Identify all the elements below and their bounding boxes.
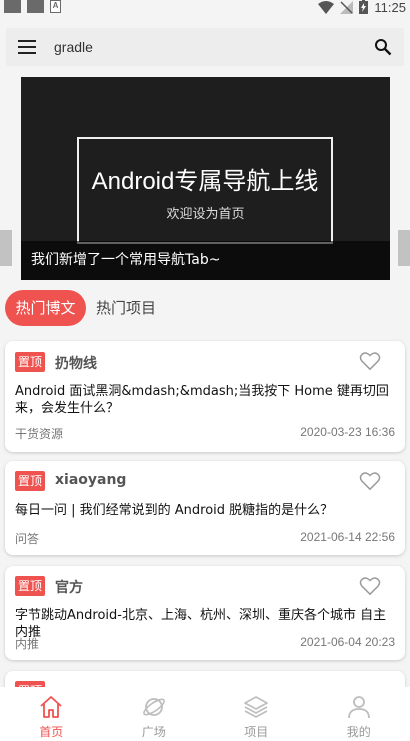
search-bar[interactable]: gradle: [6, 28, 404, 66]
article-title[interactable]: 每日一问 | 我们经常说到的 Android 脱糖指的是什么？: [15, 502, 399, 519]
heart-icon[interactable]: [359, 351, 381, 371]
banner-prev-arrow[interactable]: [0, 230, 12, 266]
banner-subtitle: 欢迎设为首页: [158, 203, 253, 222]
layers-icon: [244, 696, 269, 718]
article-date: 2021-06-04 20:23: [300, 635, 395, 649]
article-category: 干货资源: [15, 427, 64, 441]
notification-a-icon: A: [50, 0, 61, 13]
nav-item-square[interactable]: 广场: [103, 687, 206, 741]
article-title[interactable]: Android 面试黑洞&mdash;&mdash;当我按下 Home 键再切回…: [15, 383, 399, 417]
banner[interactable]: Android专属导航上线 欢迎设为首页 我们新增了一个常用导航Tab~: [21, 77, 390, 280]
nav-label: 首页: [39, 725, 64, 739]
article-card[interactable]: 置顶 官方 字节跳动Android-北京、上海、杭州、深圳、重庆各个城市 自主内…: [5, 566, 405, 660]
banner-next-arrow[interactable]: [398, 230, 410, 266]
search-icon[interactable]: [374, 38, 392, 56]
search-query[interactable]: gradle: [54, 39, 93, 55]
clock: 11:25: [374, 0, 406, 15]
pinned-badge: 置顶: [15, 352, 45, 372]
article-card[interactable]: 置顶 xiaoyang 每日一问 | 我们经常说到的 Android 脱糖指的是…: [5, 461, 405, 555]
banner-frame: Android专属导航上线: [77, 137, 333, 244]
home-icon: [40, 696, 62, 718]
nav-item-projects[interactable]: 项目: [205, 687, 308, 741]
pinned-badge: 置顶: [15, 576, 45, 596]
wifi-icon: [318, 0, 335, 14]
bottom-navigation: 首页 广场 项目 我的: [0, 687, 410, 741]
article-author: 扔物线: [55, 356, 97, 372]
article-card[interactable]: 置顶 扔物线 Android 面试黑洞&mdash;&mdash;当我按下 Ho…: [5, 341, 405, 452]
banner-headline: Android专属导航上线: [91, 168, 319, 195]
planet-icon: [142, 698, 165, 716]
nav-item-mine[interactable]: 我的: [308, 687, 410, 741]
battery-charging-icon: [359, 0, 369, 14]
article-category: 内推: [15, 637, 40, 651]
nav-label: 我的: [346, 725, 371, 739]
person-icon: [347, 696, 370, 719]
menu-icon[interactable]: [18, 40, 36, 54]
notification-icon: [27, 0, 44, 13]
article-author: 官方: [55, 580, 83, 596]
notification-icon: [4, 0, 21, 13]
banner-caption: 我们新增了一个常用导航Tab~: [21, 241, 390, 280]
heart-icon[interactable]: [359, 471, 381, 491]
status-bar: A 11:25: [0, 0, 410, 26]
article-category: 问答: [15, 532, 40, 546]
tab-hot-posts[interactable]: 热门博文: [5, 290, 86, 326]
tab-hot-projects[interactable]: 热门项目: [90, 290, 162, 326]
pinned-badge: 置顶: [15, 471, 45, 491]
article-author: xiaoyang: [55, 472, 127, 488]
no-signal-icon: [340, 0, 354, 14]
nav-label: 项目: [244, 725, 269, 739]
nav-label: 广场: [141, 725, 166, 739]
article-date: 2020-03-23 16:36: [300, 425, 395, 439]
nav-item-home[interactable]: 首页: [0, 687, 103, 741]
heart-icon[interactable]: [359, 576, 381, 596]
article-date: 2021-06-14 22:56: [300, 530, 395, 544]
